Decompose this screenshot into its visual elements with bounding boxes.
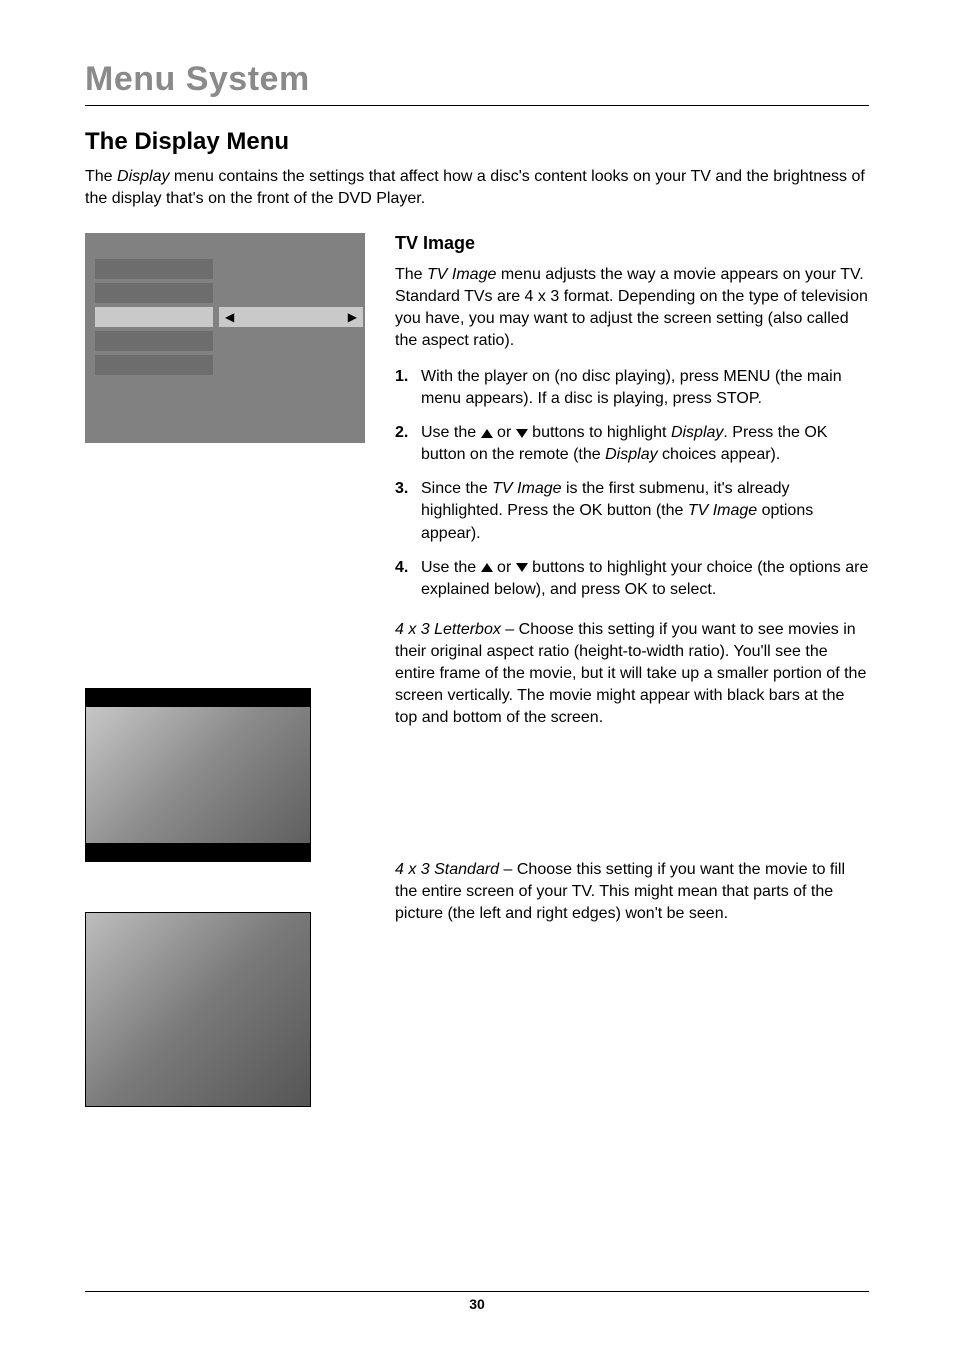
divider-top [85,105,869,106]
triangle-down-icon [516,429,528,438]
page-number: 30 [85,1296,869,1312]
chapter-title: Menu System [85,60,869,99]
step-4: 4. Use the or buttons to highlight your … [395,557,869,601]
triangle-up-icon [481,429,493,438]
step-2: 2. Use the or buttons to highlight Displ… [395,422,869,466]
triangle-right-icon: ▶ [348,310,357,324]
page-footer: 30 [85,1291,869,1312]
menu-item [95,259,213,279]
triangle-left-icon: ◀ [225,310,234,324]
menu-item [95,283,213,303]
tv-image-title: TV Image [395,233,869,254]
step-3: 3. Since the TV Image is the first subme… [395,478,869,544]
letterbox-paragraph: 4 x 3 Letterbox – Choose this setting if… [395,619,869,729]
menu-screenshot: ◀ ▶ [85,233,365,443]
step-1: 1. With the player on (no disc playing),… [395,366,869,410]
intro-paragraph: The Display menu contains the settings t… [85,166,869,211]
steps-list: 1. With the player on (no disc playing),… [395,366,869,601]
menu-item-selected [95,307,213,327]
letterbox-example-image [85,688,311,862]
section-title: The Display Menu [85,128,869,156]
standard-paragraph: 4 x 3 Standard – Choose this setting if … [395,859,869,925]
tv-image-paragraph: The TV Image menu adjusts the way a movi… [395,264,869,352]
menu-value-selected: ◀ ▶ [219,307,363,327]
menu-item [95,355,213,375]
standard-example-image [85,912,311,1107]
menu-item [95,331,213,351]
triangle-down-icon [516,563,528,572]
triangle-up-icon [481,563,493,572]
